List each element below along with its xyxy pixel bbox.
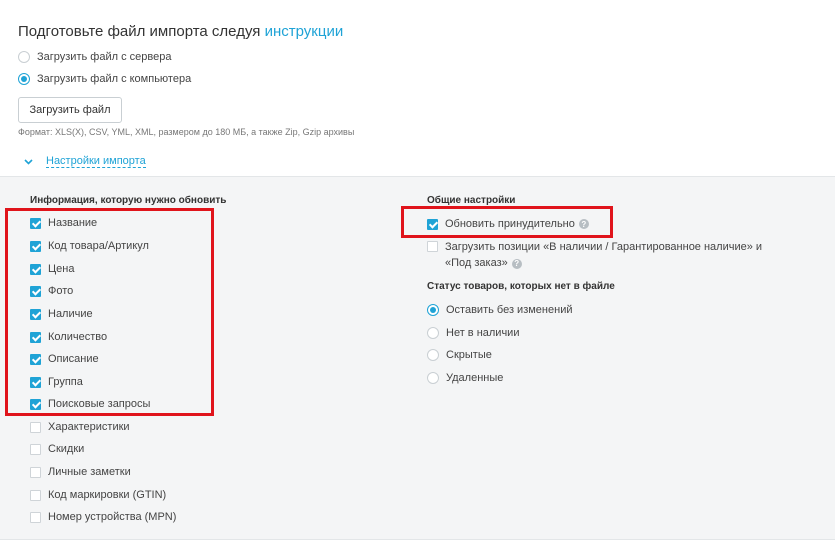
- help-icon[interactable]: ?: [511, 259, 522, 269]
- checkbox-control[interactable]: [30, 466, 41, 478]
- radio-control[interactable]: [427, 304, 439, 316]
- radio-out-of-stock[interactable]: Нет в наличии: [427, 325, 519, 341]
- general-settings-title: Общие настройки: [427, 195, 516, 206]
- radio-label: Нет в наличии: [446, 327, 520, 339]
- format-hint: Формат: XLS(X), CSV, YML, XML, размером …: [18, 127, 355, 137]
- checkbox-control[interactable]: [30, 443, 41, 455]
- chevron-down-icon: [18, 158, 38, 165]
- radio-label: Оставить без изменений: [446, 304, 573, 316]
- checkbox-control[interactable]: [30, 421, 41, 433]
- upload-file-button[interactable]: Загрузить файл: [18, 97, 122, 123]
- import-settings-toggle[interactable]: Настройки импорта: [18, 155, 146, 168]
- radio-control[interactable]: [427, 327, 439, 339]
- checkbox-gtin[interactable]: Код маркировки (GTIN): [30, 487, 166, 503]
- import-source-section: Подготовьте файл импорта следуя инструкц…: [0, 0, 835, 176]
- radio-computer-control[interactable]: [18, 73, 30, 85]
- missing-status-title: Статус товаров, которых нет в файле: [427, 281, 615, 292]
- highlight-box-force-update: [401, 206, 613, 238]
- checkbox-load-positions[interactable]: Загрузить позиции «В наличии / Гарантиро…: [427, 239, 787, 271]
- radio-server-control[interactable]: [18, 51, 30, 63]
- radio-computer-label: Загрузить файл с компьютера: [37, 73, 192, 85]
- checkbox-label: Личные заметки: [48, 466, 131, 478]
- checkbox-label: Загрузить позиции «В наличии / Гарантиро…: [445, 241, 763, 269]
- radio-server-label: Загрузить файл с сервера: [37, 51, 172, 63]
- radio-control[interactable]: [427, 349, 439, 361]
- checkbox-label: Номер устройства (MPN): [48, 511, 177, 523]
- checkbox-control[interactable]: [30, 511, 41, 523]
- checkbox-label: Код маркировки (GTIN): [48, 489, 167, 501]
- radio-upload-from-computer[interactable]: Загрузить файл с компьютера: [18, 71, 191, 87]
- checkbox-control[interactable]: [427, 241, 438, 252]
- checkbox-mpn[interactable]: Номер устройства (MPN): [30, 509, 176, 525]
- instructions-link[interactable]: инструкции: [265, 23, 344, 40]
- update-info-title: Информация, которую нужно обновить: [30, 195, 227, 206]
- radio-upload-from-server[interactable]: Загрузить файл с сервера: [18, 49, 171, 65]
- checkbox-personal-notes[interactable]: Личные заметки: [30, 464, 131, 480]
- page-title: Подготовьте файл импорта следуя инструкц…: [18, 23, 343, 40]
- checkbox-label: Характеристики: [48, 421, 130, 433]
- radio-control[interactable]: [427, 372, 439, 384]
- radio-hidden[interactable]: Скрытые: [427, 347, 492, 363]
- highlight-box-update-fields: [5, 208, 214, 416]
- checkbox-characteristics[interactable]: Характеристики: [30, 419, 130, 435]
- radio-deleted[interactable]: Удаленные: [427, 370, 503, 386]
- page-title-text: Подготовьте файл импорта следуя: [18, 23, 261, 40]
- radio-label: Скрытые: [446, 349, 492, 361]
- checkbox-control[interactable]: [30, 489, 41, 501]
- radio-label: Удаленные: [446, 372, 504, 384]
- checkbox-discounts[interactable]: Скидки: [30, 441, 84, 457]
- checkbox-label: Скидки: [48, 443, 85, 455]
- import-settings-label: Настройки импорта: [46, 155, 146, 168]
- radio-keep-unchanged[interactable]: Оставить без изменений: [427, 302, 572, 318]
